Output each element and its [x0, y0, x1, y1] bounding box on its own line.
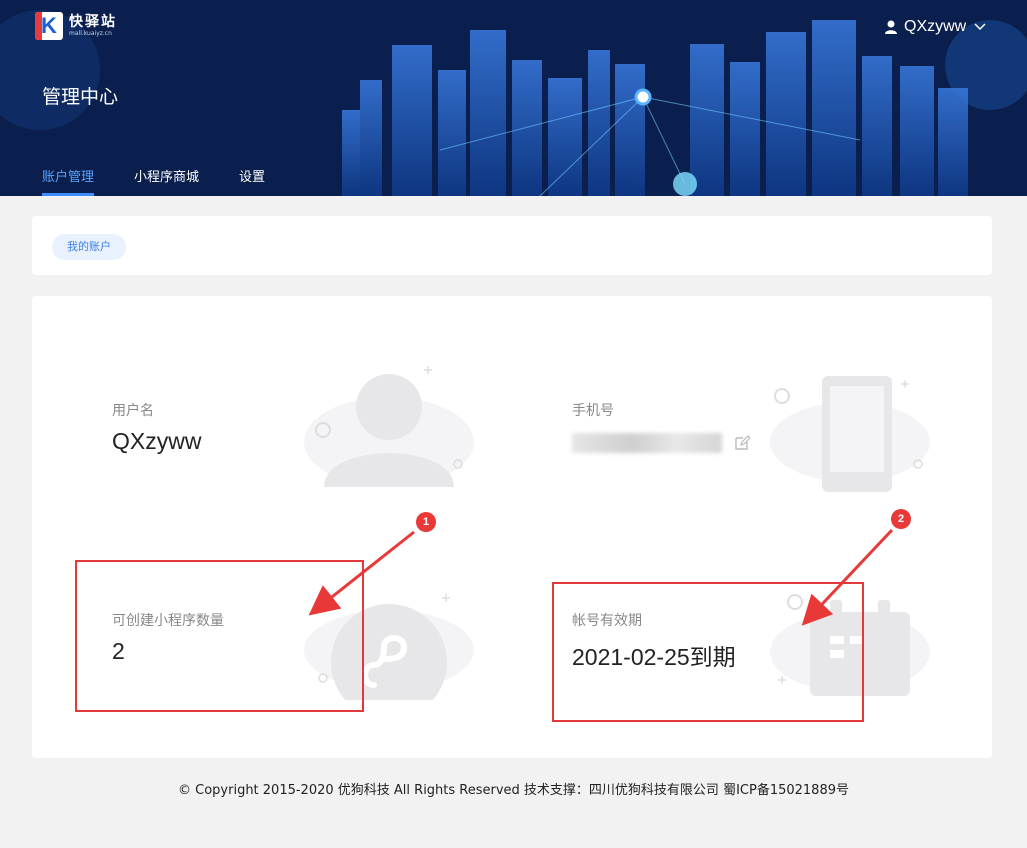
user-menu[interactable]: QXzyww — [884, 18, 986, 36]
chevron-down-icon — [974, 23, 986, 31]
user-icon — [885, 20, 897, 34]
phone-illustration-icon — [770, 376, 930, 492]
annotation-badge-1: 1 — [416, 512, 436, 532]
logo-subtitle: mall.kuaiyz.cn — [69, 30, 112, 37]
page-title: 管理中心 — [42, 86, 119, 108]
highlight-box-2 — [552, 582, 864, 722]
logo-title: 快驿站 — [69, 14, 117, 30]
annotation-badge-2: 2 — [891, 509, 911, 529]
top-nav: 账户管理 小程序商城 设置 — [42, 166, 305, 196]
username-label: QXzyww — [904, 18, 967, 35]
edit-icon[interactable] — [734, 435, 751, 451]
footer-copyright: © Copyright 2015-2020 优狗科技 All Rights Re… — [178, 783, 849, 798]
nav-item-mini-program-mall[interactable]: 小程序商城 — [134, 166, 199, 196]
nav-item-account[interactable]: 账户管理 — [42, 166, 95, 196]
username-value: QXzyww — [112, 428, 202, 454]
header-banner: K 快驿站 mall.kuaiyz.cn QXzyww 管理中心 账户管理 小程… — [0, 0, 1027, 196]
logo-mark: K — [35, 12, 63, 40]
username-field: 用户名 QXzyww — [112, 400, 201, 455]
logo[interactable]: K 快驿站 mall.kuaiyz.cn — [35, 12, 117, 40]
phone-field: 手机号 — [572, 400, 751, 455]
phone-label: 手机号 — [572, 403, 614, 419]
logo-letter: K — [41, 13, 57, 38]
tab-card: 我的账户 — [32, 216, 992, 275]
tab-my-account[interactable]: 我的账户 — [52, 234, 126, 260]
nav-item-settings[interactable]: 设置 — [239, 166, 265, 196]
phone-value-redacted — [572, 432, 722, 453]
username-label: 用户名 — [112, 403, 154, 419]
highlight-box-1 — [75, 560, 364, 712]
user-illustration-icon — [304, 366, 474, 487]
